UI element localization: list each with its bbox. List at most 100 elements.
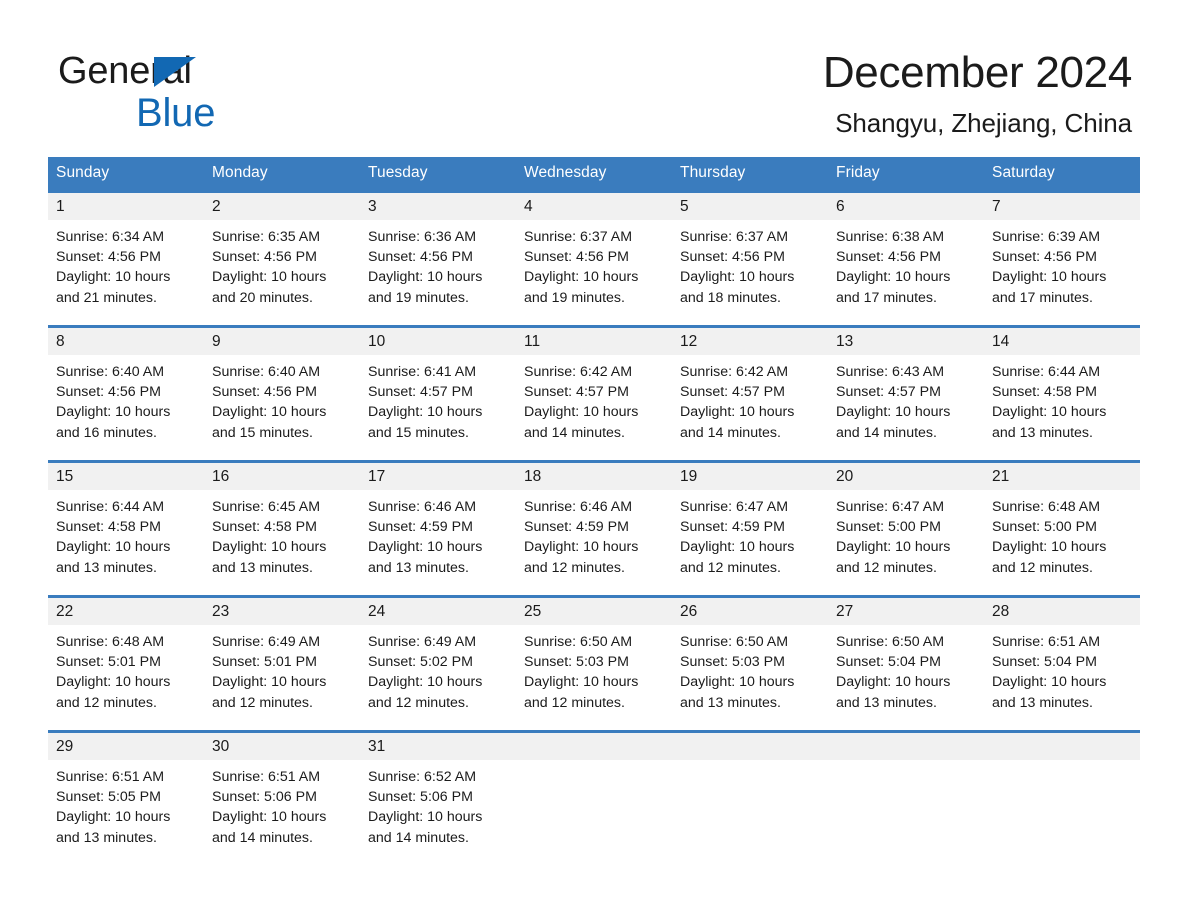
day-details: Sunrise: 6:51 AM Sunset: 5:05 PM Daylight:…: [48, 760, 204, 848]
calendar-day-cell[interactable]: 21 Sunrise: 6:48 AM Sunset: 5:00 PM Dayligh…: [984, 460, 1140, 597]
calendar-day-cell[interactable]: 23 Sunrise: 6:49 AM Sunset: 5:01 PM Dayligh…: [204, 595, 360, 732]
calendar-day-cell[interactable]: 17 Sunrise: 6:46 AM Sunset: 4:59 PM Dayligh…: [360, 460, 516, 597]
calendar-day-cell[interactable]: 13 Sunrise: 6:43 AM Sunset: 4:57 PM Dayligh…: [828, 325, 984, 462]
day-number: 19: [672, 463, 828, 490]
calendar-day-cell[interactable]: 27 Sunrise: 6:50 AM Sunset: 5:04 PM Dayligh…: [828, 595, 984, 732]
day-number: [516, 733, 672, 760]
sunset-time: Sunset: 5:03 PM: [680, 654, 785, 671]
sunrise-time: Sunrise: 6:35 AM: [212, 229, 321, 245]
sunset-time: Sunset: 5:06 PM: [368, 789, 473, 806]
calendar-day-cell[interactable]: 9 Sunrise: 6:40 AM Sunset: 4:56 PM Daylight…: [204, 325, 360, 462]
calendar-day-cell[interactable]: 18 Sunrise: 6:46 AM Sunset: 4:59 PM Dayligh…: [516, 460, 672, 597]
day-number: 28: [984, 598, 1140, 625]
calendar-week-row: 8 Sunrise: 6:40 AM Sunset: 4:56 PM Daylight…: [48, 325, 1140, 462]
day-number: [984, 733, 1140, 760]
calendar-day-cell[interactable]: 28 Sunrise: 6:51 AM Sunset: 5:04 PM Dayligh…: [984, 595, 1140, 732]
sunset-time: Sunset: 4:59 PM: [368, 519, 473, 536]
calendar-day-cell[interactable]: 12 Sunrise: 6:42 AM Sunset: 4:57 PM Dayligh…: [672, 325, 828, 462]
calendar-day-cell[interactable]: 29 Sunrise: 6:51 AM Sunset: 5:05 PM Dayligh…: [48, 730, 204, 867]
general-blue-logo[interactable]: General Blue: [58, 52, 398, 138]
weekday-header-row: Sunday Monday Tuesday Wednesday Thursday…: [48, 157, 1140, 192]
sunrise-time: Sunrise: 6:46 AM: [368, 499, 477, 515]
calendar-body: 1 Sunrise: 6:34 AM Sunset: 4:56 PM Daylight…: [48, 190, 1140, 867]
weekday-header-thursday: Thursday: [672, 157, 828, 192]
day-number: 15: [48, 463, 204, 490]
calendar-day-cell[interactable]: 4 Sunrise: 6:37 AM Sunset: 4:56 PM Daylight…: [516, 190, 672, 327]
calendar-day-cell[interactable]: 25 Sunrise: 6:50 AM Sunset: 5:03 PM Dayligh…: [516, 595, 672, 732]
day-number: 29: [48, 733, 204, 760]
day-details: Sunrise: 6:51 AM Sunset: 5:04 PM Daylight:…: [984, 625, 1140, 713]
calendar-week-row: 22 Sunrise: 6:48 AM Sunset: 5:01 PM Dayligh…: [48, 595, 1140, 732]
sunset-time: Sunset: 5:00 PM: [992, 519, 1097, 536]
day-details: Sunrise: 6:38 AM Sunset: 4:56 PM Daylight:…: [828, 220, 984, 308]
weekday-header-saturday: Saturday: [984, 157, 1140, 192]
calendar-day-cell[interactable]: 2 Sunrise: 6:35 AM Sunset: 4:56 PM Daylight…: [204, 190, 360, 327]
day-number: 30: [204, 733, 360, 760]
day-details: Sunrise: 6:49 AM Sunset: 5:02 PM Daylight:…: [360, 625, 516, 713]
brand-name-blue: Blue: [136, 91, 216, 135]
daylight-duration: Daylight: 10 hours and 15 minutes.: [212, 404, 327, 441]
day-number: 2: [204, 193, 360, 220]
daylight-duration: Daylight: 10 hours and 14 minutes.: [368, 809, 483, 846]
calendar-day-cell-empty: [672, 730, 828, 867]
calendar-day-cell-empty: [984, 730, 1140, 867]
daylight-duration: Daylight: 10 hours and 19 minutes.: [368, 269, 483, 306]
sunset-time: Sunset: 4:56 PM: [524, 249, 629, 266]
sunset-time: Sunset: 4:58 PM: [212, 519, 317, 536]
calendar-day-cell[interactable]: 20 Sunrise: 6:47 AM Sunset: 5:00 PM Dayligh…: [828, 460, 984, 597]
daylight-duration: Daylight: 10 hours and 17 minutes.: [992, 269, 1107, 306]
sunrise-time: Sunrise: 6:44 AM: [56, 499, 165, 515]
calendar-day-cell[interactable]: 31 Sunrise: 6:52 AM Sunset: 5:06 PM Dayligh…: [360, 730, 516, 867]
day-number: [828, 733, 984, 760]
day-details: Sunrise: 6:45 AM Sunset: 4:58 PM Daylight:…: [204, 490, 360, 578]
sunset-time: Sunset: 5:01 PM: [56, 654, 161, 671]
calendar-day-cell[interactable]: 1 Sunrise: 6:34 AM Sunset: 4:56 PM Daylight…: [48, 190, 204, 327]
sunset-time: Sunset: 4:56 PM: [56, 384, 161, 401]
daylight-duration: Daylight: 10 hours and 13 minutes.: [992, 404, 1107, 441]
calendar-day-cell[interactable]: 10 Sunrise: 6:41 AM Sunset: 4:57 PM Dayligh…: [360, 325, 516, 462]
calendar-day-cell[interactable]: 24 Sunrise: 6:49 AM Sunset: 5:02 PM Dayligh…: [360, 595, 516, 732]
sunset-time: Sunset: 5:05 PM: [56, 789, 161, 806]
sunrise-time: Sunrise: 6:51 AM: [992, 634, 1101, 650]
day-details: Sunrise: 6:44 AM Sunset: 4:58 PM Daylight:…: [984, 355, 1140, 443]
day-details: Sunrise: 6:35 AM Sunset: 4:56 PM Daylight:…: [204, 220, 360, 308]
calendar-day-cell[interactable]: 16 Sunrise: 6:45 AM Sunset: 4:58 PM Dayligh…: [204, 460, 360, 597]
sunrise-time: Sunrise: 6:48 AM: [992, 499, 1101, 515]
weekday-header-wednesday: Wednesday: [516, 157, 672, 192]
day-number: 27: [828, 598, 984, 625]
sunset-time: Sunset: 4:57 PM: [836, 384, 941, 401]
sunset-time: Sunset: 4:56 PM: [212, 384, 317, 401]
daylight-duration: Daylight: 10 hours and 12 minutes.: [56, 674, 171, 711]
page-title: December 2024: [822, 48, 1132, 97]
sunrise-time: Sunrise: 6:38 AM: [836, 229, 945, 245]
sunrise-time: Sunrise: 6:39 AM: [992, 229, 1101, 245]
calendar-day-cell[interactable]: 26 Sunrise: 6:50 AM Sunset: 5:03 PM Dayligh…: [672, 595, 828, 732]
day-details: Sunrise: 6:44 AM Sunset: 4:58 PM Daylight:…: [48, 490, 204, 578]
calendar-day-cell[interactable]: 6 Sunrise: 6:38 AM Sunset: 4:56 PM Daylight…: [828, 190, 984, 327]
sunrise-time: Sunrise: 6:47 AM: [836, 499, 945, 515]
daylight-duration: Daylight: 10 hours and 19 minutes.: [524, 269, 639, 306]
calendar-header: Sunday Monday Tuesday Wednesday Thursday…: [48, 157, 1140, 192]
day-details: Sunrise: 6:43 AM Sunset: 4:57 PM Daylight:…: [828, 355, 984, 443]
calendar-day-cell[interactable]: 7 Sunrise: 6:39 AM Sunset: 4:56 PM Daylight…: [984, 190, 1140, 327]
calendar-day-cell[interactable]: 30 Sunrise: 6:51 AM Sunset: 5:06 PM Dayligh…: [204, 730, 360, 867]
daylight-duration: Daylight: 10 hours and 14 minutes.: [524, 404, 639, 441]
day-details: Sunrise: 6:41 AM Sunset: 4:57 PM Daylight:…: [360, 355, 516, 443]
calendar-day-cell[interactable]: 15 Sunrise: 6:44 AM Sunset: 4:58 PM Dayligh…: [48, 460, 204, 597]
day-details: Sunrise: 6:47 AM Sunset: 4:59 PM Daylight:…: [672, 490, 828, 578]
day-number: 20: [828, 463, 984, 490]
daylight-duration: Daylight: 10 hours and 21 minutes.: [56, 269, 171, 306]
sunrise-time: Sunrise: 6:49 AM: [212, 634, 321, 650]
sunrise-time: Sunrise: 6:45 AM: [212, 499, 321, 515]
daylight-duration: Daylight: 10 hours and 17 minutes.: [836, 269, 951, 306]
day-number: 8: [48, 328, 204, 355]
calendar-day-cell[interactable]: 11 Sunrise: 6:42 AM Sunset: 4:57 PM Dayligh…: [516, 325, 672, 462]
calendar-day-cell[interactable]: 8 Sunrise: 6:40 AM Sunset: 4:56 PM Daylight…: [48, 325, 204, 462]
calendar-day-cell[interactable]: 5 Sunrise: 6:37 AM Sunset: 4:56 PM Daylight…: [672, 190, 828, 327]
calendar-day-cell[interactable]: 14 Sunrise: 6:44 AM Sunset: 4:58 PM Dayligh…: [984, 325, 1140, 462]
calendar-day-cell[interactable]: 22 Sunrise: 6:48 AM Sunset: 5:01 PM Dayligh…: [48, 595, 204, 732]
calendar-day-cell[interactable]: 19 Sunrise: 6:47 AM Sunset: 4:59 PM Dayligh…: [672, 460, 828, 597]
calendar-day-cell[interactable]: 3 Sunrise: 6:36 AM Sunset: 4:56 PM Daylight…: [360, 190, 516, 327]
sunrise-time: Sunrise: 6:48 AM: [56, 634, 165, 650]
daylight-duration: Daylight: 10 hours and 13 minutes.: [992, 674, 1107, 711]
